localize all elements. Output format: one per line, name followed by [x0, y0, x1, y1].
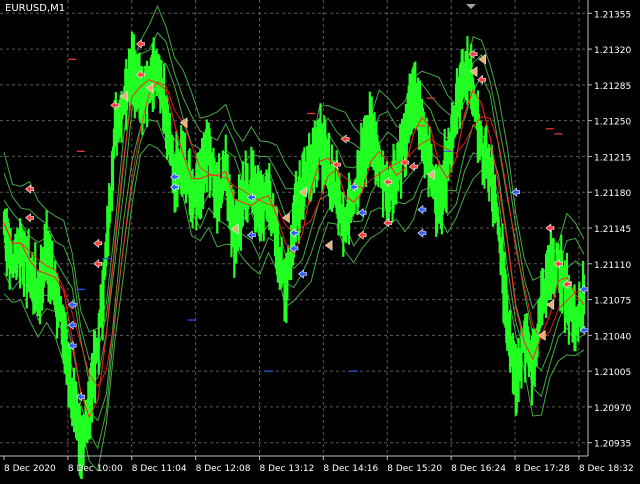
chart-canvas[interactable]: 1.21355 1.21320 1.21285 1.21250 1.21215 1.211…: [0, 0, 640, 480]
y-tick-label: 1.21040: [594, 332, 631, 342]
y-tick-label: 1.21285: [594, 82, 631, 92]
sell-signal-icon: [135, 39, 145, 49]
y-tick-label: 1.21320: [594, 46, 631, 56]
y-tick-label: 1.21250: [594, 118, 631, 128]
sell-signal-icon: [545, 223, 555, 233]
y-axis-tick-labels: 1.21355 1.21320 1.21285 1.21250 1.21215 1.211…: [594, 10, 631, 449]
x-tick-label: 8 Dec 12:08: [196, 464, 251, 474]
x-tick-label: 8 Dec 15:20: [387, 464, 442, 474]
x-tick-label: 8 Dec 11:04: [132, 464, 187, 474]
y-tick-label: 1.20935: [594, 440, 631, 450]
buy-signal-icon: [417, 228, 427, 238]
exit-signal-icon: [324, 239, 333, 251]
sell-signal-icon: [340, 134, 350, 144]
sell-signal-icon: [408, 162, 418, 172]
y-tick-label: 1.21075: [594, 297, 631, 307]
y-tick-label: 1.20970: [594, 404, 631, 414]
x-axis-tick-labels: 8 Dec 2020 8 Dec 10:00 8 Dec 11:04 8 Dec 12…: [4, 464, 634, 474]
y-tick-label: 1.21145: [594, 225, 631, 235]
x-tick-label: 8 Dec 2020: [4, 464, 56, 474]
sell-signal-icon: [93, 259, 103, 269]
price-chart[interactable]: 1.21355 1.21320 1.21285 1.21250 1.21215 1.211…: [0, 0, 640, 480]
price-series: [2, 31, 586, 479]
y-tick-label: 1.21180: [594, 189, 631, 199]
buy-signal-icon: [357, 208, 367, 218]
x-tick-label: 8 Dec 10:00: [68, 464, 123, 474]
x-tick-label: 8 Dec 14:16: [323, 464, 378, 474]
buy-signal-icon: [417, 204, 427, 215]
buy-signal-icon: [246, 230, 256, 240]
sell-signal-icon: [383, 218, 393, 228]
x-tick-label: 8 Dec 17:28: [515, 464, 570, 474]
y-tick-label: 1.21215: [594, 153, 631, 163]
sell-signal-icon: [93, 238, 103, 248]
symbol-title: EURUSD,M1: [5, 3, 66, 14]
y-tick-label: 1.21110: [594, 261, 631, 271]
y-tick-label: 1.21355: [594, 10, 631, 20]
x-tick-label: 8 Dec 18:32: [579, 464, 634, 474]
x-tick-label: 8 Dec 16:24: [451, 464, 506, 474]
y-tick-label: 1.21005: [594, 368, 631, 378]
sell-signal-icon: [25, 213, 34, 223]
x-tick-label: 8 Dec 13:12: [260, 464, 315, 474]
scroll-marker-icon[interactable]: [466, 4, 476, 9]
